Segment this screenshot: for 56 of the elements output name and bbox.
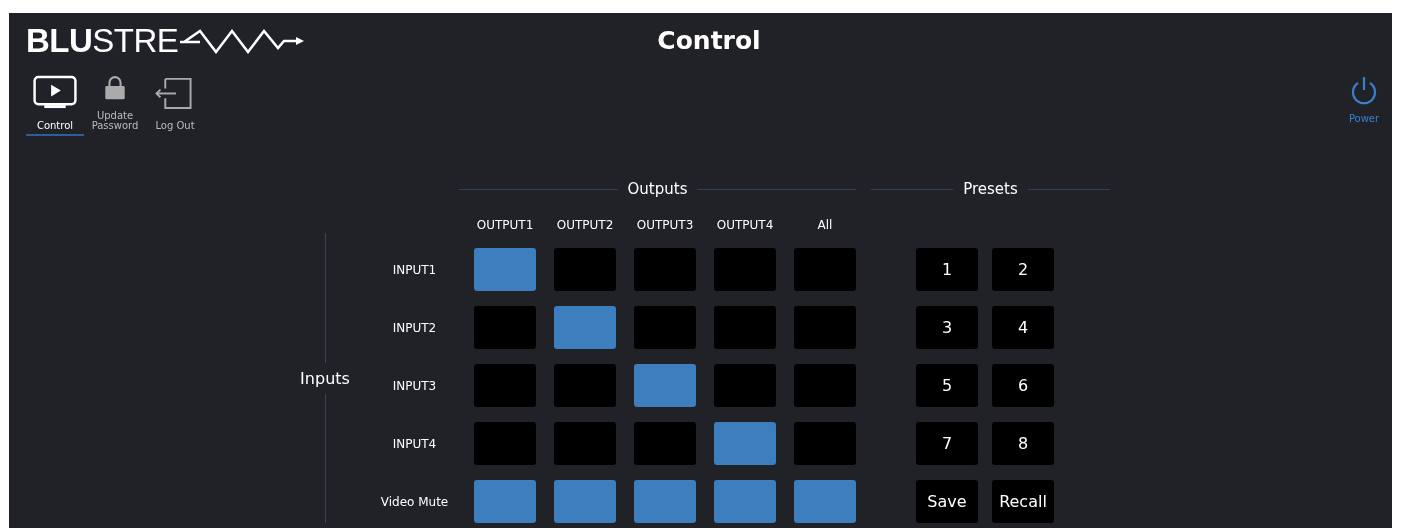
page-title: Control: [657, 25, 761, 55]
inputs-label: Inputs: [300, 367, 350, 390]
preset-button[interactable]: Save: [916, 480, 978, 523]
routing-button[interactable]: [634, 480, 696, 523]
routing-button[interactable]: [554, 364, 616, 407]
routing-button[interactable]: [794, 364, 856, 407]
section-heading: Presets: [963, 180, 1018, 198]
section-heading: Outputs: [627, 180, 688, 198]
row-label: INPUT3: [391, 378, 438, 393]
preset-button[interactable]: 5: [916, 364, 978, 407]
routing-button[interactable]: [554, 306, 616, 349]
column-heading: All: [816, 218, 834, 232]
screen-play-icon: [32, 75, 78, 110]
routing-button[interactable]: [714, 306, 776, 349]
routing-button[interactable]: [794, 422, 856, 465]
routing-button[interactable]: [714, 248, 776, 291]
column-heading: OUTPUT1: [475, 218, 535, 232]
nav-tab[interactable]: Control: [26, 75, 84, 136]
routing-button[interactable]: [634, 364, 696, 407]
routing-button[interactable]: [634, 248, 696, 291]
routing-button[interactable]: [474, 480, 536, 523]
routing-button[interactable]: [794, 248, 856, 291]
preset-button[interactable]: 8: [992, 422, 1054, 465]
routing-button[interactable]: [474, 364, 536, 407]
preset-button[interactable]: 7: [916, 422, 978, 465]
preset-button[interactable]: 1: [916, 248, 978, 291]
routing-button[interactable]: [714, 364, 776, 407]
routing-button[interactable]: [474, 248, 536, 291]
row-label: INPUT2: [391, 320, 438, 335]
routing-button[interactable]: [474, 422, 536, 465]
power-button[interactable]: Power: [1348, 75, 1380, 133]
row-label: INPUT1: [391, 262, 438, 277]
routing-button[interactable]: [474, 306, 536, 349]
logo-text: STRE: [92, 22, 179, 60]
preset-button[interactable]: 2: [992, 248, 1054, 291]
routing-button[interactable]: [554, 422, 616, 465]
row-label: Video Mute: [379, 494, 450, 509]
preset-button[interactable]: Recall: [992, 480, 1054, 523]
preset-button[interactable]: 6: [992, 364, 1054, 407]
logo-text: BLU: [26, 22, 93, 60]
routing-button[interactable]: [714, 422, 776, 465]
routing-button[interactable]: [634, 306, 696, 349]
column-heading: OUTPUT3: [635, 218, 695, 232]
preset-button[interactable]: 3: [916, 306, 978, 349]
routing-button[interactable]: [554, 480, 616, 523]
column-heading: OUTPUT2: [555, 218, 615, 232]
routing-button[interactable]: [714, 480, 776, 523]
routing-button[interactable]: [554, 248, 616, 291]
preset-button[interactable]: 4: [992, 306, 1054, 349]
column-heading: OUTPUT4: [715, 218, 775, 232]
routing-button[interactable]: [794, 480, 856, 523]
routing-button[interactable]: [794, 306, 856, 349]
row-label: INPUT4: [391, 436, 438, 451]
nav-tab[interactable]: Update Password: [86, 75, 144, 136]
nav-tab[interactable]: Log Out: [146, 75, 204, 136]
routing-button[interactable]: [634, 422, 696, 465]
